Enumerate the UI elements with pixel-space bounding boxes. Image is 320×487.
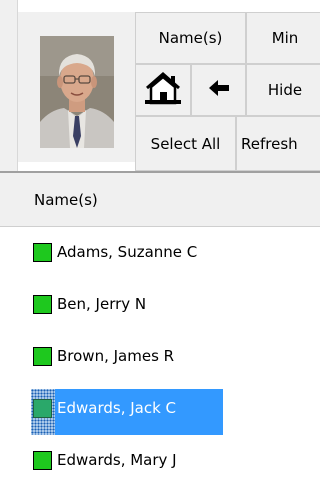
back-button[interactable]	[191, 64, 246, 116]
list-item[interactable]: Ben, Jerry N	[0, 285, 320, 331]
home-button[interactable]	[135, 64, 191, 116]
status-square-icon	[33, 243, 52, 262]
list-item-label: Ben, Jerry N	[57, 295, 147, 313]
min-button[interactable]: Min	[246, 12, 320, 64]
home-icon	[143, 70, 183, 110]
status-square-icon	[33, 399, 52, 418]
list-item[interactable]: Adams, Suzanne C	[0, 233, 320, 279]
list-column-header[interactable]: Name(s)	[0, 173, 320, 227]
select-all-button[interactable]: Select All	[135, 116, 236, 171]
list-item-label: Edwards, Jack C	[57, 399, 177, 417]
list-item[interactable]: Edwards, Mary J	[0, 441, 320, 487]
toolbar-left-strip	[0, 0, 18, 171]
person-photo	[40, 36, 114, 148]
status-square-icon	[33, 451, 52, 470]
toolbar: Name(s) Min Hide Select All Refresh	[0, 0, 320, 171]
list-item[interactable]: Edwards, Jack C	[0, 389, 320, 435]
status-square-icon	[33, 295, 52, 314]
refresh-button[interactable]: Refresh	[236, 116, 320, 171]
names-button[interactable]: Name(s)	[135, 12, 246, 64]
person-photo-cell	[18, 12, 135, 162]
list-item[interactable]: Brown, James R	[0, 337, 320, 383]
person-portrait-image	[40, 36, 114, 148]
hide-button[interactable]: Hide	[246, 64, 320, 116]
names-column-label: Name(s)	[34, 191, 98, 209]
list-item-label: Adams, Suzanne C	[57, 243, 198, 261]
status-square-icon	[33, 347, 52, 366]
list-item-label: Brown, James R	[57, 347, 175, 365]
list-item-label: Edwards, Mary J	[57, 451, 177, 469]
left-arrow-icon	[207, 78, 231, 102]
